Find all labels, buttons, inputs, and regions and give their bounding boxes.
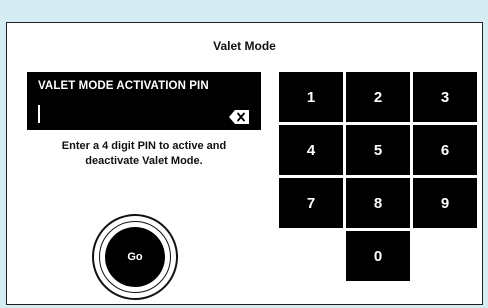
keypad-key-2[interactable]: 2 [346, 72, 410, 122]
page-title: Valet Mode [213, 39, 276, 53]
pin-instructions: Enter a 4 digit PIN to active and deacti… [27, 139, 261, 169]
text-cursor [38, 105, 40, 123]
instructions-line-2: deactivate Valet Mode. [85, 155, 203, 167]
valet-mode-panel: Valet Mode VALET MODE ACTIVATION PIN Ent… [6, 22, 483, 305]
instructions-line-1: Enter a 4 digit PIN to active and [61, 140, 227, 152]
pin-input-field[interactable]: VALET MODE ACTIVATION PIN [27, 72, 261, 130]
keypad-key-6[interactable]: 6 [413, 125, 477, 175]
keypad-key-5[interactable]: 5 [346, 125, 410, 175]
backspace-icon[interactable] [229, 110, 249, 124]
keypad-key-9[interactable]: 9 [413, 178, 477, 228]
keypad-key-0[interactable]: 0 [346, 231, 410, 281]
keypad-key-7[interactable]: 7 [279, 178, 343, 228]
keypad-key-8[interactable]: 8 [346, 178, 410, 228]
keypad-key-1[interactable]: 1 [279, 72, 343, 122]
go-button-ring: Go [99, 221, 171, 293]
pin-field-label: VALET MODE ACTIVATION PIN [38, 80, 209, 92]
keypad-key-3[interactable]: 3 [413, 72, 477, 122]
go-button-label: Go [105, 227, 165, 287]
keypad-key-4[interactable]: 4 [279, 125, 343, 175]
go-button[interactable]: Go [92, 214, 178, 300]
